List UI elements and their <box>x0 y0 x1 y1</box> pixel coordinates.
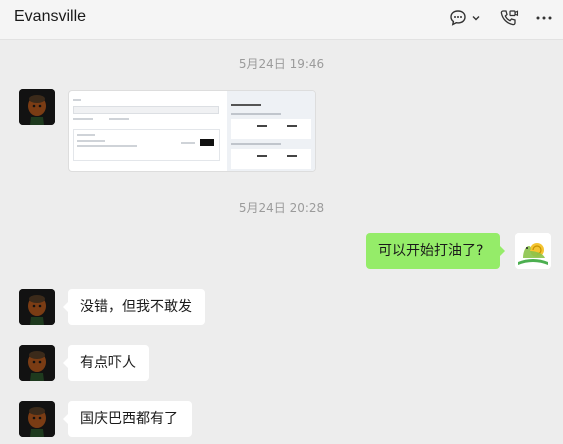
contact-avatar[interactable] <box>19 401 55 437</box>
chat-title: Evansville <box>14 8 87 25</box>
timestamp: 5月24日 19:46 <box>238 57 325 71</box>
self-avatar[interactable] <box>515 233 551 269</box>
timestamp: 5月24日 20:28 <box>238 201 325 215</box>
video-call-icon[interactable] <box>499 8 519 28</box>
contact-avatar[interactable] <box>19 89 55 125</box>
chevron-down-icon[interactable] <box>471 8 481 28</box>
more-icon[interactable] <box>535 8 553 28</box>
message-bubble-other[interactable]: 没错，但我不敢发 <box>63 289 205 325</box>
message-bubble-other[interactable]: 有点吓人 <box>63 345 149 381</box>
chat-bubble-icon[interactable] <box>449 8 467 28</box>
chat-header: Evansville <box>0 0 563 40</box>
contact-avatar[interactable] <box>19 345 55 381</box>
contact-avatar[interactable] <box>19 289 55 325</box>
image-message[interactable] <box>68 90 316 172</box>
message-bubble-other[interactable]: 国庆巴西都有了 <box>63 401 192 437</box>
message-bubble-self[interactable]: 可以开始打油了? <box>366 233 505 269</box>
